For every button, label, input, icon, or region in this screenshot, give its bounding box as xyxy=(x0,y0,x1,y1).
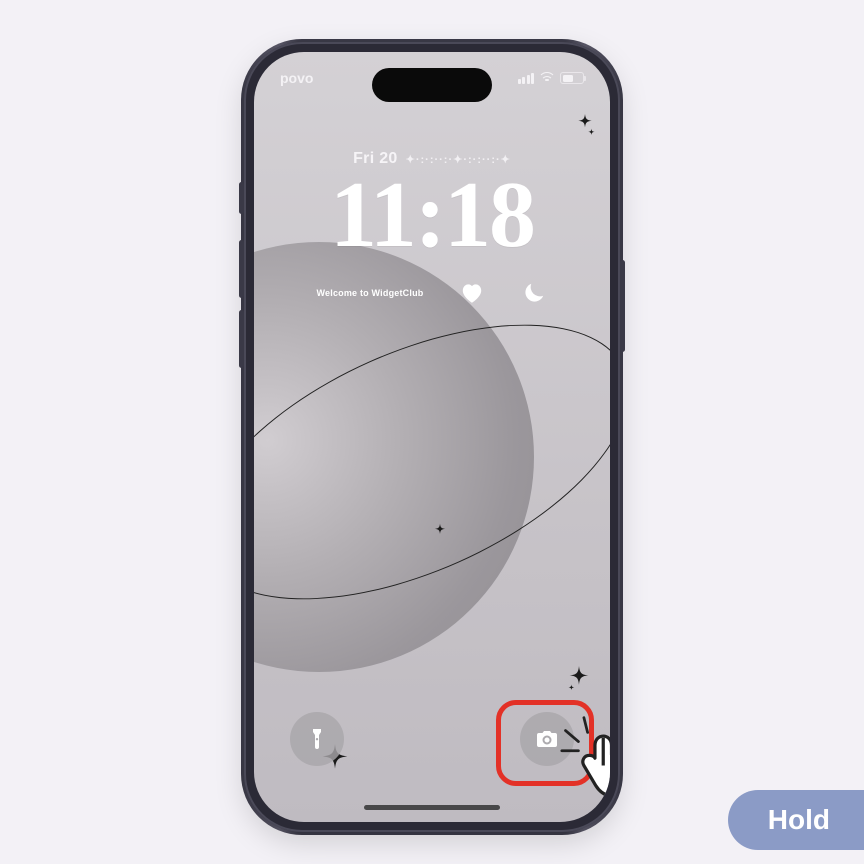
status-bar: povo xyxy=(254,70,610,86)
heart-icon[interactable] xyxy=(459,280,485,306)
welcome-widget[interactable]: Welcome to WidgetClub xyxy=(317,288,424,298)
phone-frame: povo Fri 20 ✦·:·:··:·✦·:·:··:·✦ 11:18 We… xyxy=(244,42,620,832)
flashlight-button[interactable] xyxy=(290,712,344,766)
volume-up-button[interactable] xyxy=(239,240,244,298)
lock-time: 11:18 xyxy=(254,168,610,262)
moon-icon[interactable] xyxy=(521,280,547,306)
wifi-icon xyxy=(539,72,555,84)
hold-instruction-pill: Hold xyxy=(728,790,864,850)
sparkle-icon xyxy=(574,114,596,136)
sparkle-icon xyxy=(566,666,592,692)
hold-label: Hold xyxy=(768,804,830,835)
cell-signal-icon xyxy=(518,73,535,84)
battery-icon xyxy=(560,72,584,84)
mute-switch[interactable] xyxy=(239,182,244,214)
power-button[interactable] xyxy=(620,260,625,352)
camera-button[interactable] xyxy=(520,712,574,766)
lock-screen[interactable]: povo Fri 20 ✦·:·:··:·✦·:·:··:·✦ 11:18 We… xyxy=(254,52,610,822)
home-indicator[interactable] xyxy=(364,805,500,810)
carrier-label: povo xyxy=(280,70,313,86)
volume-down-button[interactable] xyxy=(239,310,244,368)
lock-widgets: Welcome to WidgetClub xyxy=(254,280,610,306)
